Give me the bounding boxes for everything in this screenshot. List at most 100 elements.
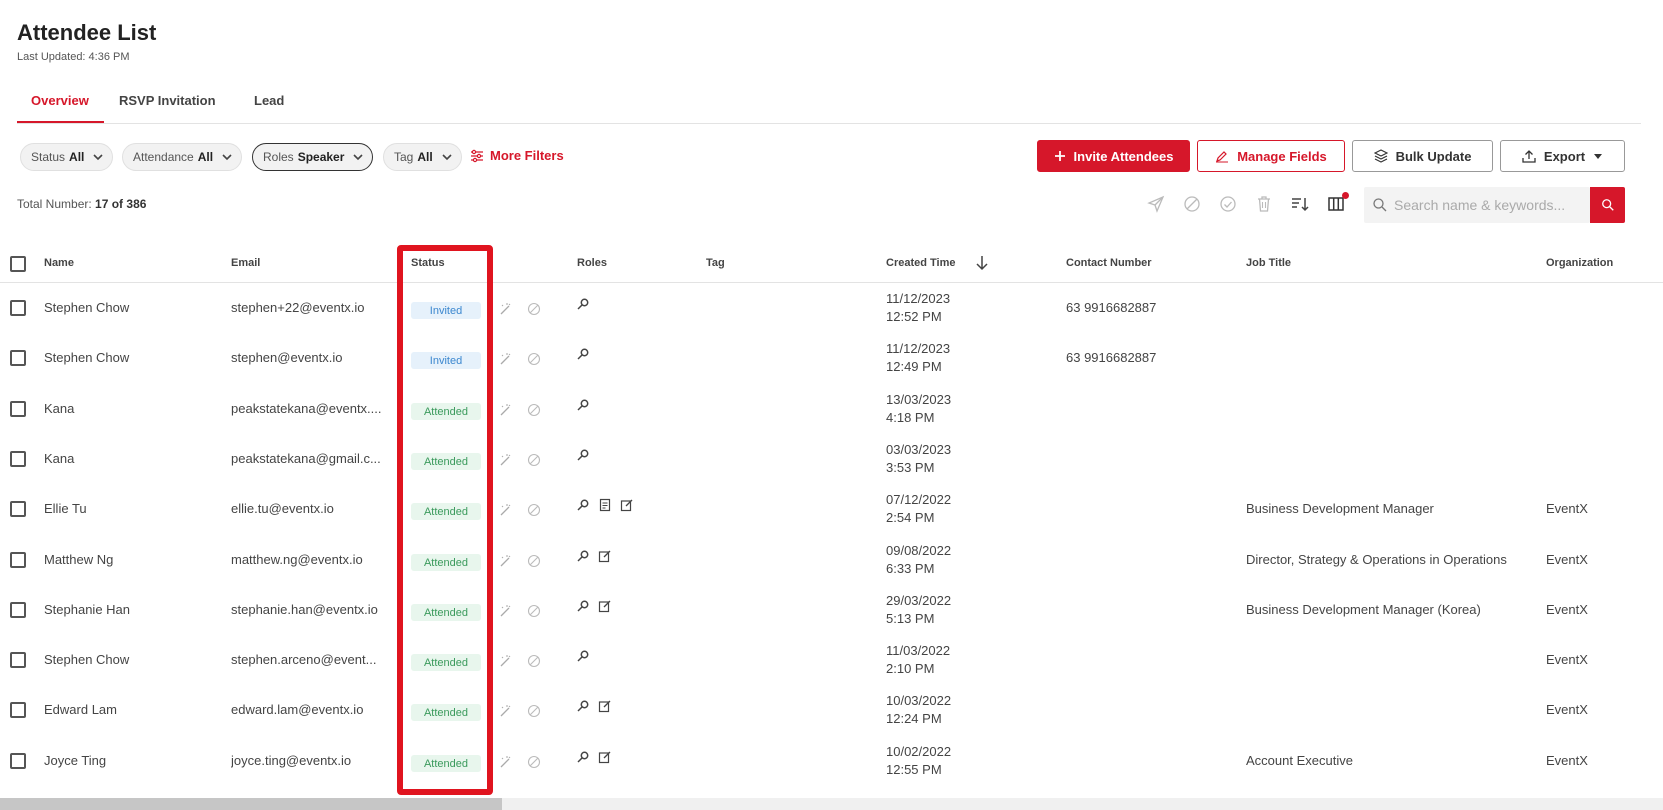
speaker-icon[interactable] [576, 649, 590, 663]
table-row[interactable]: Kana peakstatekana@gmail.c... Attended 03/0… [0, 434, 1663, 484]
scrollbar-thumb[interactable] [0, 798, 502, 810]
block-icon[interactable] [527, 352, 541, 366]
row-checkbox[interactable] [10, 501, 26, 517]
attendee-name[interactable]: Stephen Chow [44, 350, 214, 365]
speaker-icon[interactable] [576, 599, 590, 613]
organization: EventX [1546, 702, 1588, 717]
column-header-email[interactable]: Email [231, 257, 260, 269]
column-header-roles[interactable]: Roles [577, 257, 607, 269]
created-time: 11/12/2023 12:49 PM [886, 340, 950, 376]
row-checkbox[interactable] [10, 451, 26, 467]
manage-fields-button[interactable]: Manage Fields [1197, 140, 1345, 172]
row-checkbox[interactable] [10, 300, 26, 316]
attendee-name[interactable]: Ellie Tu [44, 501, 214, 516]
filter-attendance[interactable]: Attendance All [122, 143, 243, 171]
attendee-name[interactable]: Kana [44, 451, 214, 466]
row-checkbox[interactable] [10, 401, 26, 417]
block-icon[interactable] [527, 302, 541, 316]
column-header-contact-number[interactable]: Contact Number [1066, 257, 1152, 269]
row-checkbox[interactable] [10, 753, 26, 769]
column-header-name[interactable]: Name [44, 257, 74, 269]
edit-icon[interactable] [598, 599, 612, 613]
table-row[interactable]: Edward Lam edward.lam@eventx.io Attended 10… [0, 685, 1663, 735]
block-icon[interactable] [527, 704, 541, 718]
attendee-name[interactable]: Stephanie Han [44, 602, 214, 617]
bulk-update-button[interactable]: Bulk Update [1352, 140, 1493, 172]
row-checkbox[interactable] [10, 350, 26, 366]
speaker-icon[interactable] [576, 398, 590, 412]
check-circle-icon[interactable] [1219, 195, 1237, 213]
block-icon[interactable] [527, 403, 541, 417]
magic-wand-icon[interactable] [498, 755, 512, 769]
magic-wand-icon[interactable] [498, 503, 512, 517]
table-row[interactable]: Matthew Ng matthew.ng@eventx.io Attended 09… [0, 535, 1663, 585]
magic-wand-icon[interactable] [498, 654, 512, 668]
row-checkbox[interactable] [10, 552, 26, 568]
table-row[interactable]: Stephanie Han stephanie.han@eventx.io Atte… [0, 585, 1663, 635]
magic-wand-icon[interactable] [498, 604, 512, 618]
select-all-checkbox[interactable] [10, 256, 26, 272]
edit-icon[interactable] [598, 549, 612, 563]
speaker-icon[interactable] [576, 498, 590, 512]
filter-roles[interactable]: Roles Speaker [252, 143, 374, 171]
speaker-icon[interactable] [576, 750, 590, 764]
magic-wand-icon[interactable] [498, 302, 512, 316]
filter-status[interactable]: Status All [20, 143, 114, 171]
invite-attendees-button[interactable]: Invite Attendees [1037, 140, 1190, 172]
block-icon[interactable] [527, 755, 541, 769]
attendee-name[interactable]: Stephen Chow [44, 300, 214, 315]
magic-wand-icon[interactable] [498, 352, 512, 366]
table-row[interactable]: Kana peakstatekana@eventx.... Attended 13/0… [0, 384, 1663, 434]
block-icon[interactable] [527, 453, 541, 467]
block-icon[interactable] [527, 554, 541, 568]
speaker-icon[interactable] [576, 699, 590, 713]
column-header-job-title[interactable]: Job Title [1246, 257, 1291, 269]
row-checkbox[interactable] [10, 652, 26, 668]
table-row[interactable]: Joyce Ting joyce.ting@eventx.io Attended 10… [0, 736, 1663, 786]
table-row[interactable]: Stephen Chow stephen@eventx.io Invited 11/1… [0, 333, 1663, 383]
tab-overview[interactable]: Overview [31, 93, 89, 108]
document-icon[interactable] [598, 498, 612, 512]
tab-lead[interactable]: Lead [254, 93, 284, 108]
edit-icon[interactable] [598, 699, 612, 713]
sort-icon[interactable] [1291, 195, 1309, 213]
more-filters-button[interactable]: More Filters [470, 148, 564, 163]
send-icon[interactable] [1147, 195, 1165, 213]
attendee-name[interactable]: Edward Lam [44, 702, 214, 717]
magic-wand-icon[interactable] [498, 403, 512, 417]
block-icon[interactable] [527, 503, 541, 517]
table-row[interactable]: Ellie Tu ellie.tu@eventx.io Attended 07/12/… [0, 484, 1663, 534]
attendee-name[interactable]: Matthew Ng [44, 552, 214, 567]
horizontal-scrollbar[interactable] [0, 798, 1663, 810]
attendee-name[interactable]: Stephen Chow [44, 652, 214, 667]
tab-rsvp-invitation[interactable]: RSVP Invitation [119, 93, 216, 108]
arrow-down-icon[interactable] [975, 255, 989, 271]
magic-wand-icon[interactable] [498, 453, 512, 467]
block-icon[interactable] [527, 654, 541, 668]
speaker-icon[interactable] [576, 549, 590, 563]
attendee-name[interactable]: Kana [44, 401, 214, 416]
table-row[interactable]: Stephen Chow stephen.arceno@event... Atten… [0, 635, 1663, 685]
magic-wand-icon[interactable] [498, 704, 512, 718]
column-header-tag[interactable]: Tag [706, 257, 725, 269]
row-checkbox[interactable] [10, 702, 26, 718]
export-button[interactable]: Export [1500, 140, 1625, 172]
search-button[interactable] [1590, 187, 1625, 223]
speaker-icon[interactable] [576, 448, 590, 462]
magic-wand-icon[interactable] [498, 554, 512, 568]
filter-tag[interactable]: Tag All [383, 143, 462, 171]
edit-icon[interactable] [620, 498, 634, 512]
edit-icon[interactable] [598, 750, 612, 764]
attendee-name[interactable]: Joyce Ting [44, 753, 214, 768]
search-input[interactable] [1394, 197, 1584, 213]
trash-icon[interactable] [1255, 195, 1273, 213]
speaker-icon[interactable] [576, 297, 590, 311]
speaker-icon[interactable] [576, 347, 590, 361]
block-icon[interactable] [527, 604, 541, 618]
created-clock-time: 4:18 PM [886, 410, 935, 425]
column-header-created-time[interactable]: Created Time [886, 257, 956, 269]
column-header-organization[interactable]: Organization [1546, 257, 1613, 269]
table-row[interactable]: Stephen Chow stephen+22@eventx.io Invited 1… [0, 283, 1663, 333]
row-checkbox[interactable] [10, 602, 26, 618]
block-icon[interactable] [1183, 195, 1201, 213]
